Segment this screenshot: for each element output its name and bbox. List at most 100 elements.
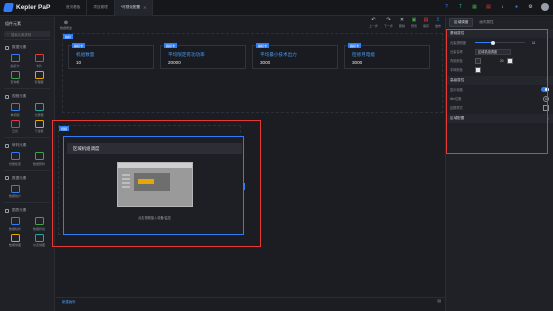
transparency-slider[interactable] — [475, 40, 525, 45]
indicator-card[interactable]: 指标卡 机组数量 10 — [68, 43, 154, 69]
chevron-right-icon: › — [547, 116, 549, 121]
component-icon — [34, 217, 44, 225]
section-title: 区域配置 — [450, 116, 465, 120]
search-icon: ⌕ — [7, 32, 9, 36]
section-header[interactable]: 数据元素 — [0, 173, 54, 183]
toolbar-button[interactable]: ▤ 保存 — [422, 18, 429, 29]
video-region[interactable]: 视频 区域机组调度 点击视频接入设备/监控 — [58, 125, 245, 235]
component-label: 数量研判 — [32, 161, 45, 166]
component-icon — [34, 103, 44, 111]
component-label: 查询框 — [10, 80, 20, 84]
data-overview-button[interactable]: ⊚ 数据概述 — [60, 20, 72, 30]
font-color-swatch[interactable] — [506, 57, 513, 64]
toolbar-button[interactable]: ✕ 删除 — [399, 17, 405, 29]
card-value: 3000 — [260, 60, 271, 65]
section-header[interactable]: 研判元素 — [0, 140, 54, 150]
component-item[interactable]: 智能检索 — [3, 152, 27, 166]
indicator-card[interactable]: 指标卡 平均限定有功功率 20000 — [160, 43, 246, 69]
download-icon[interactable]: ↓ — [499, 4, 506, 11]
divider — [4, 169, 50, 171]
indicator-card[interactable]: 指标卡 检修月电能 3000 — [344, 43, 430, 69]
component-icon — [10, 152, 20, 160]
slider-knob[interactable] — [490, 40, 495, 45]
name-row: 元素名称 区域机组调度 — [446, 47, 553, 56]
divider — [4, 39, 50, 40]
component-item[interactable]: 查询框 — [3, 70, 27, 84]
component-icon — [10, 217, 20, 225]
top-bar: Kepler PaP 首页看板 项目管理 *可视化配置 ✕ ? T ▦ ▤ ↓ ● ⚙ — [0, 0, 553, 16]
component-item[interactable]: 卡片 — [27, 54, 51, 68]
component-item[interactable]: 分屏器 — [27, 103, 51, 117]
thumb-header — [118, 163, 192, 168]
component-item[interactable]: 数量研判 — [27, 152, 51, 166]
design-canvas[interactable]: ⊚ 数据概述 ↶ 上一步 ↷ 下一步 ✕ 删除 ▣ 预览 ▤ 保存 ↥ 发布 指标 指标卡 机组数量 10… — [56, 17, 445, 304]
avatar[interactable] — [541, 3, 549, 11]
tab-visual-config[interactable]: *可视化配置 ✕ — [114, 0, 154, 16]
tab-project-management[interactable]: 项目管理 — [87, 0, 115, 16]
section-header[interactable]: 视频元素 — [0, 91, 54, 101]
component-item[interactable]: 数据统计 — [3, 184, 27, 198]
property-panel: 区域调度 画布属性 基础属性 ⌃ 元素透明度 11 元素名称 区域机组调度 背景… — [445, 17, 553, 311]
section-icon — [5, 94, 9, 99]
section-advanced[interactable]: 高级属性 ⌃ — [446, 76, 553, 85]
component-item[interactable]: 下拉框 — [27, 119, 51, 133]
help-icon[interactable]: ? — [443, 4, 450, 11]
canvas-tab[interactable]: 新建画布 — [62, 299, 76, 304]
indicator-region[interactable]: 指标 指标卡 机组数量 10 指标卡 平均限定有功功率 20000 指标卡 平均最小技术出力 3… — [62, 33, 443, 113]
component-item[interactable]: 仪表饼图 — [27, 233, 51, 247]
component-label: 数据折线 — [32, 226, 45, 231]
section-header[interactable]: 数据元素 — [0, 42, 54, 52]
video-title: 区域机组调度 — [73, 146, 100, 151]
tab-canvas-properties[interactable]: 画布属性 — [475, 19, 497, 26]
bg-color-swatch[interactable] — [475, 57, 481, 64]
search-input[interactable]: ⌕ 搜索元素类别 — [4, 31, 50, 37]
toolbar-actions: ↶ 上一步 ↷ 下一步 ✕ 删除 ▣ 预览 ▤ 保存 ↥ 发布 — [369, 17, 441, 29]
toolbar-icon: ✕ — [399, 17, 405, 23]
toolbar-button[interactable]: ↶ 上一步 — [369, 18, 378, 29]
component-item[interactable]: 数据饼图 — [3, 233, 27, 247]
video-placeholder-image[interactable] — [117, 162, 193, 207]
shirt-icon[interactable]: T — [457, 4, 464, 11]
tab-label: 项目管理 — [93, 5, 108, 9]
chevron-up-icon: ⌃ — [545, 78, 549, 83]
toolbar-label: 保存 — [422, 24, 429, 28]
tab-region-dispatch[interactable]: 区域调度 — [449, 17, 474, 27]
component-label: 数据柱状 — [8, 226, 21, 231]
border-style-picker[interactable] — [543, 104, 549, 111]
section-basic[interactable]: 基础属性 ⌃ — [446, 29, 553, 38]
title-position-picker[interactable]: ⊙ — [543, 95, 549, 102]
section-title: 数据元素 — [12, 175, 27, 180]
component-item[interactable]: 数据折线 — [27, 217, 51, 231]
grid-icon[interactable]: ▦ — [471, 4, 478, 11]
section-header[interactable]: 图表元素 — [0, 205, 54, 215]
component-item[interactable]: 云台 — [3, 119, 27, 133]
component-item[interactable]: 数据柱状 — [3, 217, 27, 231]
show-title-toggle[interactable] — [541, 87, 549, 92]
section-icon — [5, 208, 9, 213]
component-item[interactable]: 指标卡 — [3, 54, 27, 68]
section-title: 研判元素 — [12, 143, 27, 147]
section-other[interactable]: 区域配置 › — [446, 114, 553, 123]
toolbar-button[interactable]: ↷ 下一步 — [384, 17, 393, 29]
resize-handle[interactable] — [243, 183, 245, 190]
layers-icon[interactable]: ▤ — [437, 298, 441, 303]
indicator-card[interactable]: 指标卡 平均最小技术出力 3000 — [252, 43, 338, 69]
video-component[interactable]: 区域机组调度 点击视频接入设备/监控 — [63, 136, 245, 235]
component-grid: 数据统计 — [0, 183, 54, 201]
toolbar-button[interactable]: ▣ 预览 — [411, 18, 417, 29]
doc-icon[interactable]: ▤ — [485, 4, 492, 11]
video-hint: 点击视频接入设备/监控 — [138, 216, 171, 220]
toolbar-icon: ↷ — [386, 17, 391, 23]
toolbar-button[interactable]: ↥ 发布 — [435, 18, 441, 29]
close-icon[interactable]: ✕ — [143, 5, 146, 10]
field-label: title位置 — [450, 97, 462, 101]
transparency-row: 元素透明度 11 — [446, 38, 553, 47]
settings-icon[interactable]: ⚙ — [527, 4, 534, 11]
component-item[interactable]: 管理器 — [27, 70, 51, 84]
bell-icon[interactable]: ● — [513, 4, 520, 11]
element-name-field[interactable]: 区域机组调度 — [475, 48, 511, 55]
font-size-value[interactable]: 20 — [500, 59, 504, 63]
tab-home-dashboard[interactable]: 首页看板 — [60, 0, 88, 16]
component-item[interactable]: 单视频 — [3, 103, 27, 117]
text-color-swatch[interactable] — [475, 66, 481, 73]
